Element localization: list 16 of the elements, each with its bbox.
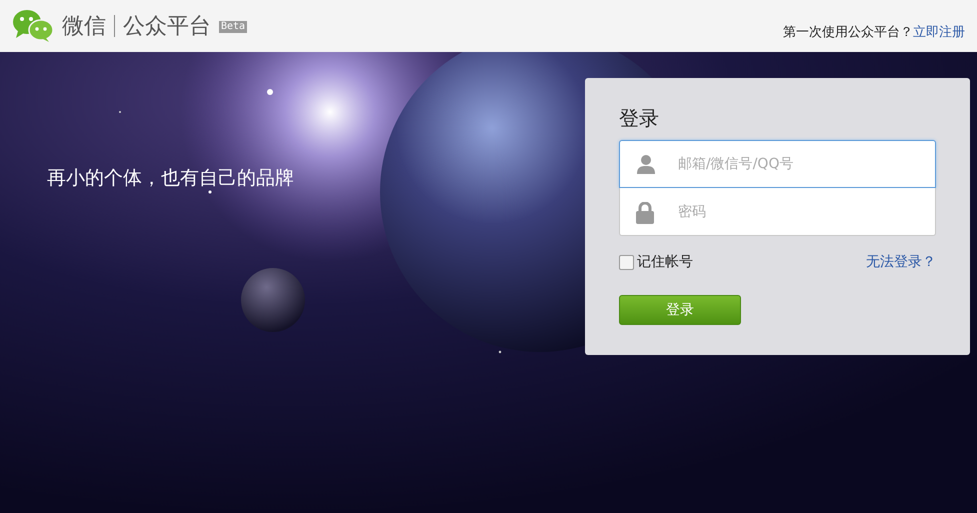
slogan: 再小的个体，也有自己的品牌 [47, 166, 294, 191]
password-field[interactable]: 密码 [619, 188, 936, 236]
signup-prompt: 第一次使用公众平台？ [783, 24, 913, 42]
login-button[interactable]: 登录 [619, 295, 741, 325]
remember-label: 记住帐号 [637, 253, 693, 272]
account-field[interactable]: 邮箱/微信号/QQ号 [619, 140, 936, 188]
logo-name: 微信 [62, 12, 106, 40]
lock-icon [636, 202, 654, 224]
beta-badge: Beta [219, 21, 248, 33]
login-title: 登录 [619, 105, 659, 132]
help-link[interactable]: 无法登录？ [866, 252, 936, 273]
product-name: 公众平台 [123, 12, 211, 40]
chat-bubbles-logo-icon [12, 9, 54, 43]
remember-checkbox[interactable] [619, 255, 634, 270]
signup-link[interactable]: 立即注册 [913, 22, 965, 42]
user-icon [636, 154, 656, 174]
